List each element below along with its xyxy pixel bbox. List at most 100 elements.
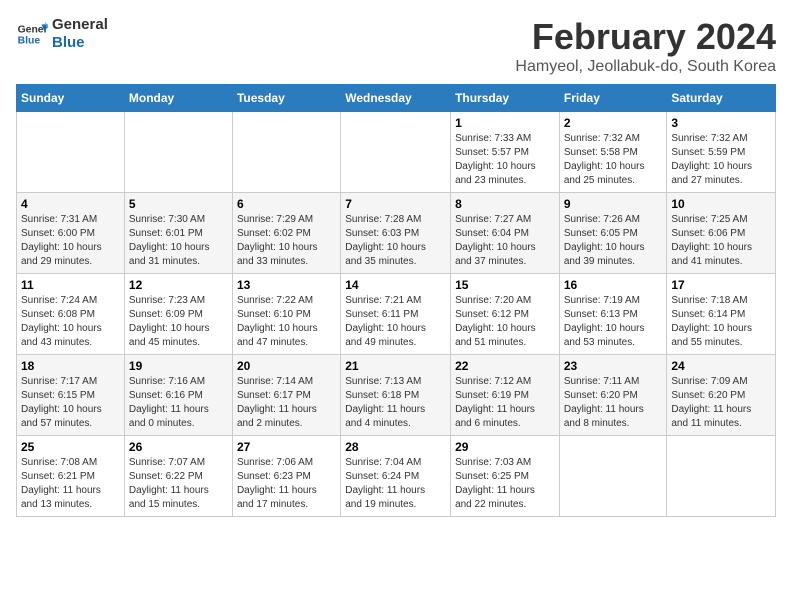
calendar-cell: 11 Sunrise: 7:24 AM Sunset: 6:08 PM Dayli…: [17, 274, 125, 355]
day-number: 26: [129, 440, 228, 454]
calendar-cell: [17, 112, 125, 193]
logo-general: General: [52, 16, 108, 34]
calendar-subtitle: Hamyeol, Jeollabuk-do, South Korea: [515, 58, 776, 76]
calendar-cell: 13 Sunrise: 7:22 AM Sunset: 6:10 PM Dayli…: [232, 274, 340, 355]
calendar-week-row: 18Sunrise: 7:17 AM Sunset: 6:15 PM Dayli…: [17, 355, 776, 436]
calendar-title: February 2024: [515, 16, 776, 58]
day-info: Sunrise: 7:26 AM Sunset: 6:05 PM Dayligh…: [564, 213, 663, 269]
calendar-cell: 6 Sunrise: 7:29 AM Sunset: 6:02 PM Daylig…: [232, 193, 340, 274]
day-number: 18: [21, 359, 120, 373]
calendar-cell: 28 Sunrise: 7:04 AM Sunset: 6:24 PM Dayli…: [341, 436, 451, 517]
day-number: 6: [237, 197, 336, 211]
title-area: February 2024 Hamyeol, Jeollabuk-do, Sou…: [515, 16, 776, 76]
day-number: 9: [564, 197, 663, 211]
day-header-thursday: Thursday: [451, 85, 560, 112]
logo-icon: General Blue: [16, 18, 48, 50]
day-info: Sunrise: 7:29 AM Sunset: 6:02 PM Dayligh…: [237, 213, 336, 269]
day-info: Sunrise: 7:28 AM Sunset: 6:03 PM Dayligh…: [345, 213, 446, 269]
day-number: 29: [455, 440, 555, 454]
day-info: Sunrise: 7:13 AM Sunset: 6:18 PM Dayligh…: [345, 375, 446, 431]
day-info: Sunrise: 7:25 AM Sunset: 6:06 PM Dayligh…: [671, 213, 771, 269]
day-number: 4: [21, 197, 120, 211]
calendar-cell: 21 Sunrise: 7:13 AM Sunset: 6:18 PM Dayli…: [341, 355, 451, 436]
day-info: Sunrise: 7:04 AM Sunset: 6:24 PM Dayligh…: [345, 456, 446, 512]
day-number: 8: [455, 197, 555, 211]
day-info: Sunrise: 7:11 AM Sunset: 6:20 PM Dayligh…: [564, 375, 663, 431]
day-header-wednesday: Wednesday: [341, 85, 451, 112]
calendar-table: SundayMondayTuesdayWednesdayThursdayFrid…: [16, 84, 776, 517]
day-info: Sunrise: 7:09 AM Sunset: 6:20 PM Dayligh…: [671, 375, 771, 431]
calendar-cell: 18Sunrise: 7:17 AM Sunset: 6:15 PM Dayli…: [17, 355, 125, 436]
calendar-cell: 22 Sunrise: 7:12 AM Sunset: 6:19 PM Dayli…: [451, 355, 560, 436]
calendar-cell: 8 Sunrise: 7:27 AM Sunset: 6:04 PM Daylig…: [451, 193, 560, 274]
calendar-cell: 9 Sunrise: 7:26 AM Sunset: 6:05 PM Daylig…: [559, 193, 667, 274]
calendar-cell: 10 Sunrise: 7:25 AM Sunset: 6:06 PM Dayli…: [667, 193, 776, 274]
day-header-friday: Friday: [559, 85, 667, 112]
day-number: 14: [345, 278, 446, 292]
calendar-cell: 23Sunrise: 7:11 AM Sunset: 6:20 PM Dayli…: [559, 355, 667, 436]
day-info: Sunrise: 7:08 AM Sunset: 6:21 PM Dayligh…: [21, 456, 120, 512]
day-number: 11: [21, 278, 120, 292]
calendar-cell: 19Sunrise: 7:16 AM Sunset: 6:16 PM Dayli…: [124, 355, 232, 436]
day-info: Sunrise: 7:30 AM Sunset: 6:01 PM Dayligh…: [129, 213, 228, 269]
calendar-cell: [124, 112, 232, 193]
calendar-cell: 2Sunrise: 7:32 AM Sunset: 5:58 PM Daylig…: [559, 112, 667, 193]
calendar-cell: 15Sunrise: 7:20 AM Sunset: 6:12 PM Dayli…: [451, 274, 560, 355]
day-number: 10: [671, 197, 771, 211]
day-info: Sunrise: 7:33 AM Sunset: 5:57 PM Dayligh…: [455, 132, 555, 188]
calendar-cell: [559, 436, 667, 517]
page-header: General Blue General Blue February 2024 …: [16, 16, 776, 76]
day-number: 3: [671, 116, 771, 130]
calendar-cell: 25 Sunrise: 7:08 AM Sunset: 6:21 PM Dayli…: [17, 436, 125, 517]
day-number: 2: [564, 116, 663, 130]
day-info: Sunrise: 7:20 AM Sunset: 6:12 PM Dayligh…: [455, 294, 555, 350]
day-number: 1: [455, 116, 555, 130]
day-header-saturday: Saturday: [667, 85, 776, 112]
day-info: Sunrise: 7:06 AM Sunset: 6:23 PM Dayligh…: [237, 456, 336, 512]
day-number: 17: [671, 278, 771, 292]
logo-blue: Blue: [52, 34, 108, 52]
calendar-cell: 1 Sunrise: 7:33 AM Sunset: 5:57 PM Daylig…: [451, 112, 560, 193]
calendar-cell: 26 Sunrise: 7:07 AM Sunset: 6:22 PM Dayli…: [124, 436, 232, 517]
day-number: 16: [564, 278, 663, 292]
day-header-monday: Monday: [124, 85, 232, 112]
day-info: Sunrise: 7:22 AM Sunset: 6:10 PM Dayligh…: [237, 294, 336, 350]
day-number: 21: [345, 359, 446, 373]
day-info: Sunrise: 7:03 AM Sunset: 6:25 PM Dayligh…: [455, 456, 555, 512]
day-info: Sunrise: 7:14 AM Sunset: 6:17 PM Dayligh…: [237, 375, 336, 431]
calendar-cell: [232, 112, 340, 193]
day-info: Sunrise: 7:24 AM Sunset: 6:08 PM Dayligh…: [21, 294, 120, 350]
day-info: Sunrise: 7:21 AM Sunset: 6:11 PM Dayligh…: [345, 294, 446, 350]
calendar-cell: 7 Sunrise: 7:28 AM Sunset: 6:03 PM Daylig…: [341, 193, 451, 274]
day-header-sunday: Sunday: [17, 85, 125, 112]
calendar-week-row: 1 Sunrise: 7:33 AM Sunset: 5:57 PM Daylig…: [17, 112, 776, 193]
day-header-tuesday: Tuesday: [232, 85, 340, 112]
calendar-cell: 24Sunrise: 7:09 AM Sunset: 6:20 PM Dayli…: [667, 355, 776, 436]
day-number: 20: [237, 359, 336, 373]
day-number: 5: [129, 197, 228, 211]
day-number: 13: [237, 278, 336, 292]
calendar-cell: 17 Sunrise: 7:18 AM Sunset: 6:14 PM Dayli…: [667, 274, 776, 355]
day-number: 7: [345, 197, 446, 211]
day-info: Sunrise: 7:19 AM Sunset: 6:13 PM Dayligh…: [564, 294, 663, 350]
calendar-cell: 14 Sunrise: 7:21 AM Sunset: 6:11 PM Dayli…: [341, 274, 451, 355]
day-info: Sunrise: 7:31 AM Sunset: 6:00 PM Dayligh…: [21, 213, 120, 269]
day-info: Sunrise: 7:12 AM Sunset: 6:19 PM Dayligh…: [455, 375, 555, 431]
day-info: Sunrise: 7:18 AM Sunset: 6:14 PM Dayligh…: [671, 294, 771, 350]
calendar-cell: 3Sunrise: 7:32 AM Sunset: 5:59 PM Daylig…: [667, 112, 776, 193]
calendar-header-row: SundayMondayTuesdayWednesdayThursdayFrid…: [17, 85, 776, 112]
svg-text:Blue: Blue: [18, 36, 41, 47]
calendar-week-row: 25 Sunrise: 7:08 AM Sunset: 6:21 PM Dayli…: [17, 436, 776, 517]
day-number: 19: [129, 359, 228, 373]
day-number: 22: [455, 359, 555, 373]
calendar-cell: 16 Sunrise: 7:19 AM Sunset: 6:13 PM Dayli…: [559, 274, 667, 355]
day-info: Sunrise: 7:07 AM Sunset: 6:22 PM Dayligh…: [129, 456, 228, 512]
day-info: Sunrise: 7:23 AM Sunset: 6:09 PM Dayligh…: [129, 294, 228, 350]
day-number: 12: [129, 278, 228, 292]
day-number: 28: [345, 440, 446, 454]
calendar-cell: 20 Sunrise: 7:14 AM Sunset: 6:17 PM Dayli…: [232, 355, 340, 436]
calendar-cell: 4 Sunrise: 7:31 AM Sunset: 6:00 PM Daylig…: [17, 193, 125, 274]
day-info: Sunrise: 7:27 AM Sunset: 6:04 PM Dayligh…: [455, 213, 555, 269]
calendar-cell: 27Sunrise: 7:06 AM Sunset: 6:23 PM Dayli…: [232, 436, 340, 517]
day-number: 25: [21, 440, 120, 454]
